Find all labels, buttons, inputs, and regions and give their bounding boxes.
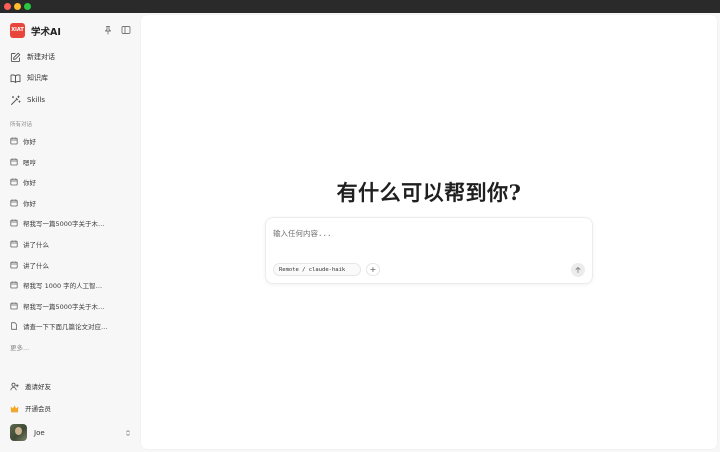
skills-label: Skills [27,96,45,104]
chat-icon [10,219,18,227]
chat-icon [10,240,18,248]
sidebar: XIAT 学术AI 新建对话 知识库 Skills 所有对话 你好 嗯哼 你好 … [0,13,141,452]
avatar [10,424,27,441]
conversation-title: 讲了什么 [23,241,49,249]
message-input[interactable] [273,226,583,240]
chat-icon [10,261,18,269]
edit-icon [10,52,21,63]
knowledge-base-button[interactable]: 知识库 [10,71,48,85]
conversation-title: 讲了什么 [23,261,49,270]
model-selector-label: Remote / claude-haik [279,266,346,273]
chat-icon [10,158,18,166]
user-profile[interactable]: Joe [10,424,132,441]
book-icon [10,73,21,84]
brand-name: 学术AI [31,26,61,38]
chat-icon [10,178,18,186]
conversation-title: 请查一下下面几篇论文对应… [23,323,108,332]
new-chat-button[interactable]: 新建对话 [10,50,55,64]
brand: XIAT 学术AI [10,23,61,38]
add-attachment-button[interactable]: + [366,263,380,276]
skills-button[interactable]: Skills [10,93,45,107]
invite-friends-label: 邀请好友 [25,383,51,391]
user-name: Joe [34,428,45,437]
conversation-title: 嗯哼 [23,158,36,167]
knowledge-base-label: 知识库 [27,74,48,82]
arrow-up-icon [574,266,582,274]
conversation-item[interactable]: 帮我写一篇5000字关于木… [10,217,134,229]
maximize-window-button[interactable] [24,3,31,10]
sidebar-toggle-icon[interactable] [121,25,131,35]
brand-logo: XIAT [10,23,25,38]
conversation-item[interactable]: 讲了什么 [10,259,134,271]
conversation-item[interactable]: 请查一下下面几篇论文对应… [10,320,134,332]
conversation-title: 你好 [23,199,36,208]
conversation-title: 你好 [23,138,36,146]
crown-icon [10,404,19,413]
conversations-section-label: 所有对话 [10,122,33,128]
chevron-up-down-icon[interactable] [124,429,132,437]
chat-icon [10,281,18,289]
conversation-title: 帮我写 1000 字的人工智… [23,282,103,291]
chat-icon [10,199,18,207]
page-title: 有什么可以帮到你? [336,180,522,205]
conversation-item[interactable]: 嗯哼 [10,156,134,168]
invite-friends-button[interactable]: 邀请好友 [10,380,51,392]
app-window: XIAT 学术AI 新建对话 知识库 Skills 所有对话 你好 嗯哼 你好 … [0,0,720,452]
conversation-item[interactable]: 讲了什么 [10,238,134,250]
magic-wand-icon [10,95,21,106]
membership-button[interactable]: 开通会员 [10,402,51,414]
conversation-item[interactable]: 你好 [10,176,134,188]
chat-composer: Remote / claude-haik + [265,217,593,284]
pin-icon[interactable] [103,25,113,35]
conversation-title: 帮我写一篇5000字关于木… [23,302,105,311]
title-bar [0,0,720,13]
membership-label: 开通会员 [25,405,51,413]
more-conversations-link[interactable]: 更多... [10,342,29,352]
conversation-item[interactable]: 帮我写 1000 字的人工智… [10,279,134,291]
chat-icon [10,302,18,310]
minimize-window-button[interactable] [14,3,21,10]
conversation-title: 帮我写一篇5000字关于木… [23,220,105,229]
send-button[interactable] [571,263,585,277]
conversation-title: 你好 [23,179,36,188]
conversation-item[interactable]: 帮我写一篇5000字关于木… [10,300,134,312]
new-chat-label: 新建对话 [27,53,55,61]
conversation-item[interactable]: 你好 [10,135,134,147]
plus-icon: + [369,264,377,274]
chat-icon [10,137,18,145]
model-selector[interactable]: Remote / claude-haik [273,263,361,276]
document-icon [10,322,18,331]
conversation-item[interactable]: 你好 [10,197,134,209]
close-window-button[interactable] [4,3,11,10]
main-panel: 有什么可以帮到你? Remote / claude-haik + [141,15,717,449]
add-user-icon [10,382,19,391]
